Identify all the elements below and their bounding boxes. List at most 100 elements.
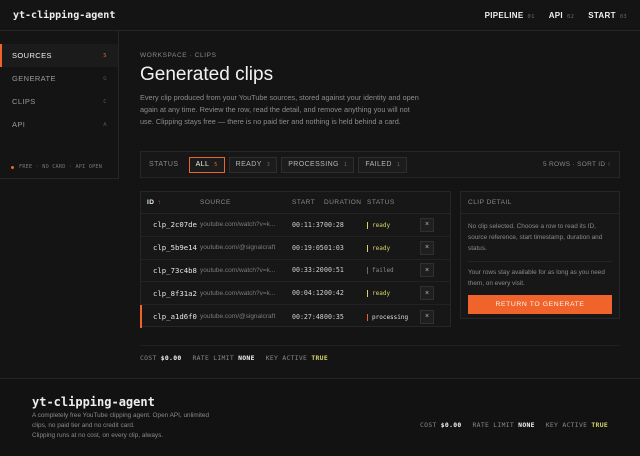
- page-title: Generated clips: [140, 64, 274, 85]
- table-row[interactable]: clp_2c07de youtube.com/watch?v=k... 00:1…: [141, 214, 450, 237]
- shortcut-key: S: [103, 52, 107, 59]
- clip-start: 00:11:37: [292, 220, 324, 229]
- clip-id: clp_8f31a2: [153, 288, 197, 298]
- nav-pipeline-num: 01: [527, 13, 535, 20]
- sidebar-item-label: API: [12, 120, 26, 129]
- footer-cost-stat: COST $0.00: [420, 421, 462, 429]
- clip-duration: 00:28: [324, 220, 344, 229]
- clip-id: clp_2c07de: [153, 220, 197, 230]
- chip-label: READY: [235, 161, 262, 168]
- filter-label: STATUS: [149, 161, 179, 168]
- column-header-source[interactable]: SOURCE: [200, 199, 292, 206]
- clip-start: 00:04:12: [292, 289, 324, 298]
- column-header-status[interactable]: STATUS: [367, 199, 417, 206]
- sort-arrow-icon: ↑: [157, 199, 162, 206]
- table-row[interactable]: clp_73c4b8 youtube.com/watch?v=k... 00:3…: [141, 260, 450, 283]
- filter-chip-processing[interactable]: PROCESSING 1: [281, 156, 355, 173]
- filter-chip-all[interactable]: ALL 5: [188, 156, 225, 173]
- nav-start[interactable]: START 03: [588, 11, 627, 20]
- key-active-label: KEY ACTIVE: [545, 421, 588, 429]
- column-header-start[interactable]: START: [292, 199, 324, 206]
- clip-source: youtube.com/watch?v=k...: [200, 266, 276, 274]
- clip-start: 00:33:20: [292, 266, 324, 275]
- clip-id: clp_73c4b8: [153, 265, 197, 275]
- rate-limit-value: NONE: [518, 421, 535, 429]
- top-nav: PIPELINE 01 API 02 START 03: [485, 11, 627, 20]
- nav-start-num: 03: [619, 13, 627, 20]
- status-filter-bar: STATUS ALL 5 READY 3 PROCESSING 1 FAILED…: [140, 151, 620, 178]
- chip-label: ALL: [195, 161, 210, 168]
- cost-stat: COST $0.00: [140, 354, 182, 362]
- rate-limit-label: RATE LIMIT: [192, 353, 234, 362]
- table-row[interactable]: clp_a1d6f0 youtube.com/@signalcraft 00:2…: [140, 305, 450, 328]
- status-badge: failed: [367, 267, 394, 275]
- table-row[interactable]: clp_5b9e14 youtube.com/@signalcraft 00:1…: [141, 237, 450, 260]
- breadcrumb: WORKSPACE · CLIPS: [140, 52, 217, 59]
- clip-source: youtube.com/watch?v=k...: [200, 289, 276, 297]
- top-bar: yt-clipping-agent PIPELINE 01 API 02 STA…: [0, 0, 640, 31]
- clip-start: 00:27:48: [292, 312, 324, 321]
- clip-source: youtube.com/@signalcraft: [200, 244, 276, 252]
- shortcut-key: A: [103, 121, 107, 128]
- clip-duration: 00:42: [324, 289, 344, 298]
- nav-pipeline-label: PIPELINE: [484, 10, 524, 20]
- footer: yt-clipping-agent A completely free YouT…: [0, 378, 640, 456]
- sidebar-item-api[interactable]: API A: [0, 113, 118, 136]
- chip-label: FAILED: [365, 161, 392, 168]
- clip-detail-title: CLIP DETAIL: [461, 192, 619, 214]
- remove-clip-button[interactable]: ×: [420, 263, 434, 278]
- clip-id: clp_a1d6f0: [153, 312, 197, 322]
- clip-duration: 00:51: [324, 266, 344, 275]
- column-header-id[interactable]: ID ↑: [141, 199, 200, 206]
- filter-chip-failed[interactable]: FAILED 1: [358, 156, 408, 173]
- footer-status-strip: COST $0.00 RATE LIMIT NONE KEY ACTIVE TR…: [420, 421, 608, 429]
- rate-limit-value: NONE: [238, 353, 255, 362]
- close-icon: ×: [424, 266, 430, 274]
- sidebar-footer-text: FREE · NO CARD · API OPEN: [19, 164, 103, 170]
- sidebar-footer: FREE · NO CARD · API OPEN: [11, 164, 102, 170]
- status-badge: ready: [367, 221, 391, 229]
- sidebar-item-label: SOURCES: [12, 51, 52, 60]
- sidebar-item-label: CLIPS: [12, 97, 36, 106]
- clip-start: 00:19:05: [292, 243, 324, 252]
- filter-chip-ready[interactable]: READY 3: [228, 156, 278, 173]
- page-intro: Every clip produced from your YouTube so…: [140, 93, 419, 126]
- main-header: WORKSPACE · CLIPS Generated clips Every …: [140, 52, 620, 128]
- nav-api-label: API: [548, 10, 563, 20]
- status-strip: COST $0.00 RATE LIMIT NONE KEY ACTIVE TR…: [140, 345, 620, 362]
- remove-clip-button[interactable]: ×: [420, 286, 434, 301]
- remove-clip-button[interactable]: ×: [420, 240, 434, 255]
- table-header: ID ↑ SOURCE START DURATION STATUS: [141, 192, 450, 214]
- sidebar-item-generate[interactable]: GENERATE G: [0, 67, 118, 90]
- nav-api[interactable]: API 02: [549, 11, 574, 20]
- footer-rate-limit-stat: RATE LIMIT NONE: [473, 421, 535, 429]
- footer-line-2: Clipping runs at no cost, on every clip,…: [32, 432, 164, 439]
- clip-duration: 00:35: [324, 312, 344, 321]
- footer-brand: yt-clipping-agent: [32, 395, 155, 409]
- clip-detail-note: Your rows stay available for as long as …: [468, 261, 612, 289]
- remove-clip-button[interactable]: ×: [420, 309, 434, 324]
- sidebar: SOURCES S GENERATE G CLIPS C API A FREE …: [0, 31, 119, 179]
- nav-pipeline[interactable]: PIPELINE 01: [485, 11, 535, 20]
- footer-key-active-stat: KEY ACTIVE TRUE: [546, 421, 608, 429]
- nav-api-num: 02: [566, 13, 575, 20]
- chip-count: 1: [396, 161, 401, 168]
- nav-start-label: START: [588, 10, 616, 20]
- remove-clip-button[interactable]: ×: [420, 217, 434, 232]
- sidebar-item-label: GENERATE: [12, 74, 56, 83]
- column-header-duration[interactable]: DURATION: [324, 199, 367, 206]
- brand-logo[interactable]: yt-clipping-agent: [13, 10, 115, 21]
- rows-sort-info[interactable]: 5 ROWS · SORT ID ↑: [543, 161, 611, 168]
- return-to-generate-button[interactable]: RETURN TO GENERATE: [468, 295, 612, 314]
- chip-label: PROCESSING: [288, 161, 339, 168]
- cost-label: COST: [140, 353, 157, 362]
- status-dot-icon: [11, 165, 14, 169]
- rate-limit-stat: RATE LIMIT NONE: [193, 354, 255, 362]
- clips-table: ID ↑ SOURCE START DURATION STATUS clp_2c0…: [140, 191, 451, 328]
- key-active-stat: KEY ACTIVE TRUE: [266, 354, 328, 362]
- sidebar-item-clips[interactable]: CLIPS C: [0, 90, 118, 113]
- footer-description: A completely free YouTube clipping agent…: [32, 411, 218, 441]
- sidebar-item-sources[interactable]: SOURCES S: [0, 44, 118, 67]
- footer-line-1: A completely free YouTube clipping agent…: [32, 412, 210, 429]
- table-row[interactable]: clp_8f31a2 youtube.com/watch?v=k... 00:0…: [141, 282, 450, 306]
